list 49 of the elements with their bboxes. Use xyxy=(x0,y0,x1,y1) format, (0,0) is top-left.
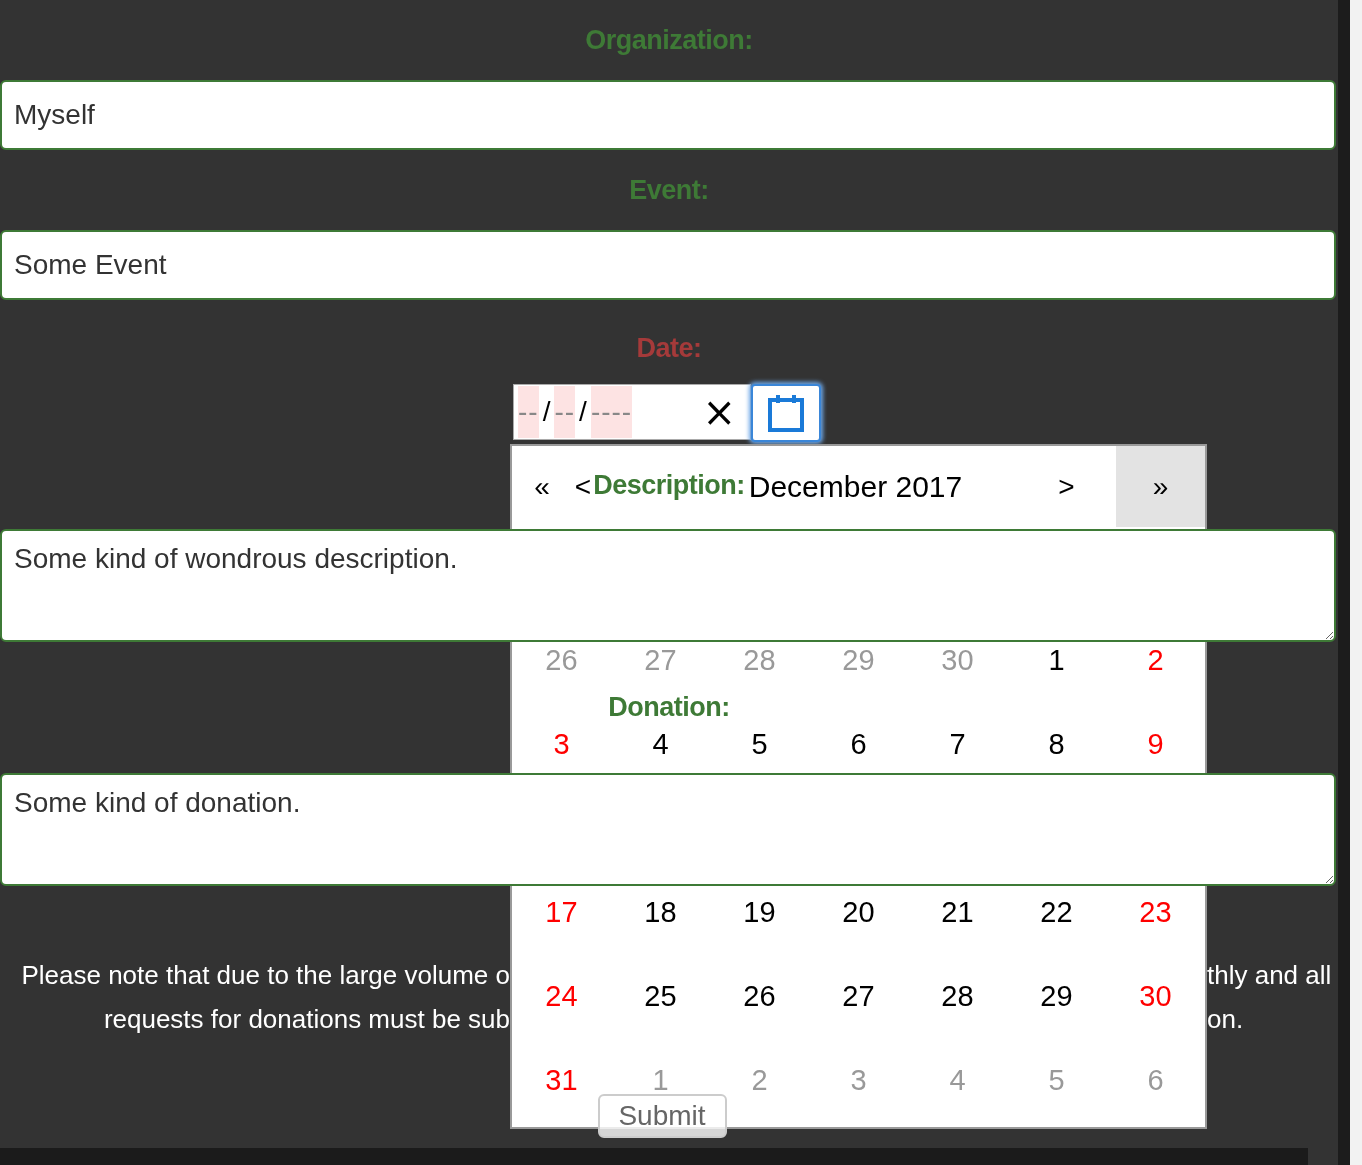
note-text: thly and all xyxy=(1207,959,1332,991)
day-cell[interactable]: 8 xyxy=(1046,729,1067,761)
day-cell[interactable]: 9 xyxy=(1145,729,1166,761)
day-cell[interactable]: 5 xyxy=(749,729,770,761)
day-cell[interactable]: 27 xyxy=(840,981,877,1013)
field-label: Date: xyxy=(636,333,702,364)
month-title: December 2017 xyxy=(748,469,963,504)
day-cell[interactable]: 31 xyxy=(543,1065,580,1097)
day-cell[interactable]: 2 xyxy=(1145,645,1166,677)
day-cell[interactable]: 28 xyxy=(939,981,976,1013)
text-area[interactable]: Some kind of donation. xyxy=(0,773,1336,886)
field-label: Event: xyxy=(629,174,709,206)
note-text: Please note that due to the large volume o xyxy=(20,959,510,991)
date-placeholder: -- xyxy=(554,386,576,438)
day-cell[interactable]: 4 xyxy=(650,729,671,761)
next-year-button[interactable]: » xyxy=(1116,446,1205,527)
clear-button[interactable]: × xyxy=(696,392,742,432)
day-cell[interactable]: 30 xyxy=(1137,981,1174,1013)
day-cell[interactable]: 24 xyxy=(543,981,580,1013)
day-cell[interactable]: 20 xyxy=(840,897,877,929)
date-separator: / xyxy=(578,395,588,429)
date-placeholder: -- xyxy=(518,386,539,438)
day-cell[interactable]: 7 xyxy=(947,729,968,761)
day-cell[interactable]: 18 xyxy=(642,897,679,929)
note-text: requests for donations must be sub xyxy=(102,1003,510,1035)
day-cell[interactable]: 29 xyxy=(1038,981,1075,1013)
day-cell[interactable]: 19 xyxy=(741,897,778,929)
note-text: on. xyxy=(1207,1003,1244,1035)
day-cell[interactable]: 1 xyxy=(1046,645,1067,677)
day-cell[interactable]: 6 xyxy=(848,729,869,761)
text-area[interactable]: Some kind of wondrous description. xyxy=(0,529,1336,642)
field-label: Organization: xyxy=(585,24,753,56)
date-separator: / xyxy=(541,395,552,429)
day-cell[interactable]: 26 xyxy=(741,981,778,1013)
input-field[interactable]: Myself xyxy=(0,80,1336,150)
field-label: Description: xyxy=(593,470,745,501)
day-cell[interactable]: 22 xyxy=(1038,897,1075,929)
input-field[interactable]: Some Event xyxy=(0,230,1336,300)
submit-button[interactable]: Submit xyxy=(597,1094,727,1138)
day-cell[interactable]: 21 xyxy=(939,897,976,929)
day-cell[interactable]: 3 xyxy=(551,729,572,761)
day-cell[interactable]: 25 xyxy=(642,981,679,1013)
day-cell[interactable]: 23 xyxy=(1137,897,1174,929)
field-label: Donation: xyxy=(608,692,730,723)
date-field[interactable]: --/--/---- × xyxy=(513,384,751,440)
day-cell[interactable]: 17 xyxy=(543,897,580,929)
calendar-button[interactable] xyxy=(751,384,821,442)
date-placeholder: ---- xyxy=(590,386,633,438)
calendar-icon xyxy=(768,394,804,432)
